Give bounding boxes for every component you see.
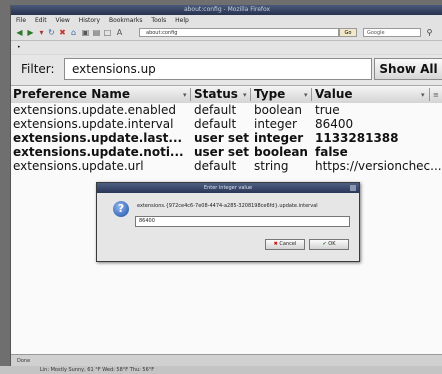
text-size-icon[interactable]: A [115,28,124,37]
go-button[interactable]: Go [339,28,357,37]
menubar: File Edit View History Bookmarks Tools H… [11,15,442,26]
table-header: Preference Name ▾ Status ▾ Type ▾ Value … [11,85,442,104]
column-picker-icon[interactable]: ≡ [433,88,439,102]
pref-name: extensions.update.interval [13,117,174,131]
taskbar-weather[interactable]: Lin: Mostly Sunny, 61 °F Wed: 58°F Thu: … [40,367,154,373]
pref-status: default [194,103,237,117]
sort-icon: ▾ [304,91,308,99]
table-row[interactable]: extensions.update.url default string htt… [11,159,442,173]
menu-tools[interactable]: Tools [151,17,166,24]
pref-value: https://versionchec... [315,159,441,173]
integer-value-input[interactable]: 86400 [135,216,350,227]
column-status[interactable]: Status [194,87,238,102]
back-icon[interactable]: ◀ [15,28,24,37]
menu-edit[interactable]: Edit [35,17,47,24]
dialog-message: extensions.{972ce4c6-7e08-4474-a285-3208… [137,203,318,209]
dialog-title: Enter integer value [203,185,253,191]
pref-value: false [315,145,348,159]
menu-file[interactable]: File [16,17,26,24]
pref-type: boolean [254,145,308,159]
pref-value: true [315,103,340,117]
pref-type: integer [254,131,304,145]
cancel-button[interactable]: ✖ Cancel [265,239,305,250]
pref-status: user set [194,145,249,159]
cancel-icon: ✖ [273,241,278,247]
table-row[interactable]: extensions.update.enabled default boolea… [11,103,442,117]
ok-button[interactable]: ✔ OK [309,239,349,250]
filter-input[interactable]: extensions.up [64,58,372,80]
pref-status: default [194,159,237,173]
close-icon[interactable] [350,185,356,191]
show-all-button[interactable]: Show All [374,58,442,80]
question-icon: ? [113,201,129,217]
search-icon[interactable]: ⚲ [425,28,434,37]
dialog-titlebar[interactable]: Enter integer value [97,183,359,193]
pref-type: string [254,159,289,173]
bookmark-icon[interactable]: ▣ [81,28,90,37]
home-icon[interactable]: ⌂ [69,28,78,37]
pref-status: user set [194,131,249,145]
table-row[interactable]: extensions.update.interval default integ… [11,117,442,131]
sort-icon: ▾ [243,91,247,99]
bookmarks-toolbar-item[interactable]: • [17,44,21,51]
table-row[interactable]: extensions.update.noti... user set boole… [11,145,442,159]
column-divider[interactable] [250,88,251,101]
forward-icon[interactable]: ▶ [26,28,35,37]
url-bar[interactable]: about:config [139,28,339,37]
column-divider[interactable] [190,88,191,101]
pref-name: extensions.update.url [13,159,144,173]
bookmarks-toolbar: • [11,41,442,54]
column-divider[interactable] [429,88,430,101]
pref-type: integer [254,117,297,131]
page-icon[interactable]: □ [103,28,112,37]
table-row[interactable]: extensions.update.last... user set integ… [11,131,442,145]
pref-name: extensions.update.last... [13,131,183,145]
menu-view[interactable]: View [56,17,70,24]
search-bar[interactable]: Google [363,28,421,37]
column-preference-name[interactable]: Preference Name [13,87,130,102]
sort-icon: ▾ [421,91,425,99]
menu-help[interactable]: Help [175,17,189,24]
ok-label: OK [328,241,336,247]
menu-bookmarks[interactable]: Bookmarks [109,17,143,24]
sort-icon: ▾ [183,91,187,99]
dropdown-icon[interactable]: ▾ [37,28,46,37]
column-divider[interactable] [311,88,312,101]
navigation-toolbar: ◀ ▶ ▾ ↻ ✖ ⌂ ▣ ▤ □ A about:config Go Goog… [11,26,442,41]
pref-type: boolean [254,103,302,117]
pref-value: 86400 [315,117,354,131]
filter-label: Filter: [21,62,55,76]
pref-name: extensions.update.enabled [13,103,176,117]
taskbar: Lin: Mostly Sunny, 61 °F Wed: 58°F Thu: … [0,366,442,374]
pref-value: 1133281388 [315,131,399,145]
column-type[interactable]: Type [254,87,285,102]
stop-icon[interactable]: ✖ [58,28,67,37]
menu-history[interactable]: History [79,17,100,24]
filter-row: Filter: extensions.up Show All [11,55,442,85]
integer-value-dialog: Enter integer value ? extensions.{972ce4… [96,182,360,262]
column-value[interactable]: Value [315,87,353,102]
window-title: about:config - Mozilla Firefox [183,6,271,13]
cancel-label: Cancel [279,241,297,247]
pref-status: default [194,117,237,131]
window-titlebar[interactable]: about:config - Mozilla Firefox [11,5,442,15]
reload-icon[interactable]: ↻ [47,28,56,37]
print-icon[interactable]: ▤ [92,28,101,37]
pref-name: extensions.update.noti... [13,145,184,159]
ok-icon: ✔ [322,241,327,247]
